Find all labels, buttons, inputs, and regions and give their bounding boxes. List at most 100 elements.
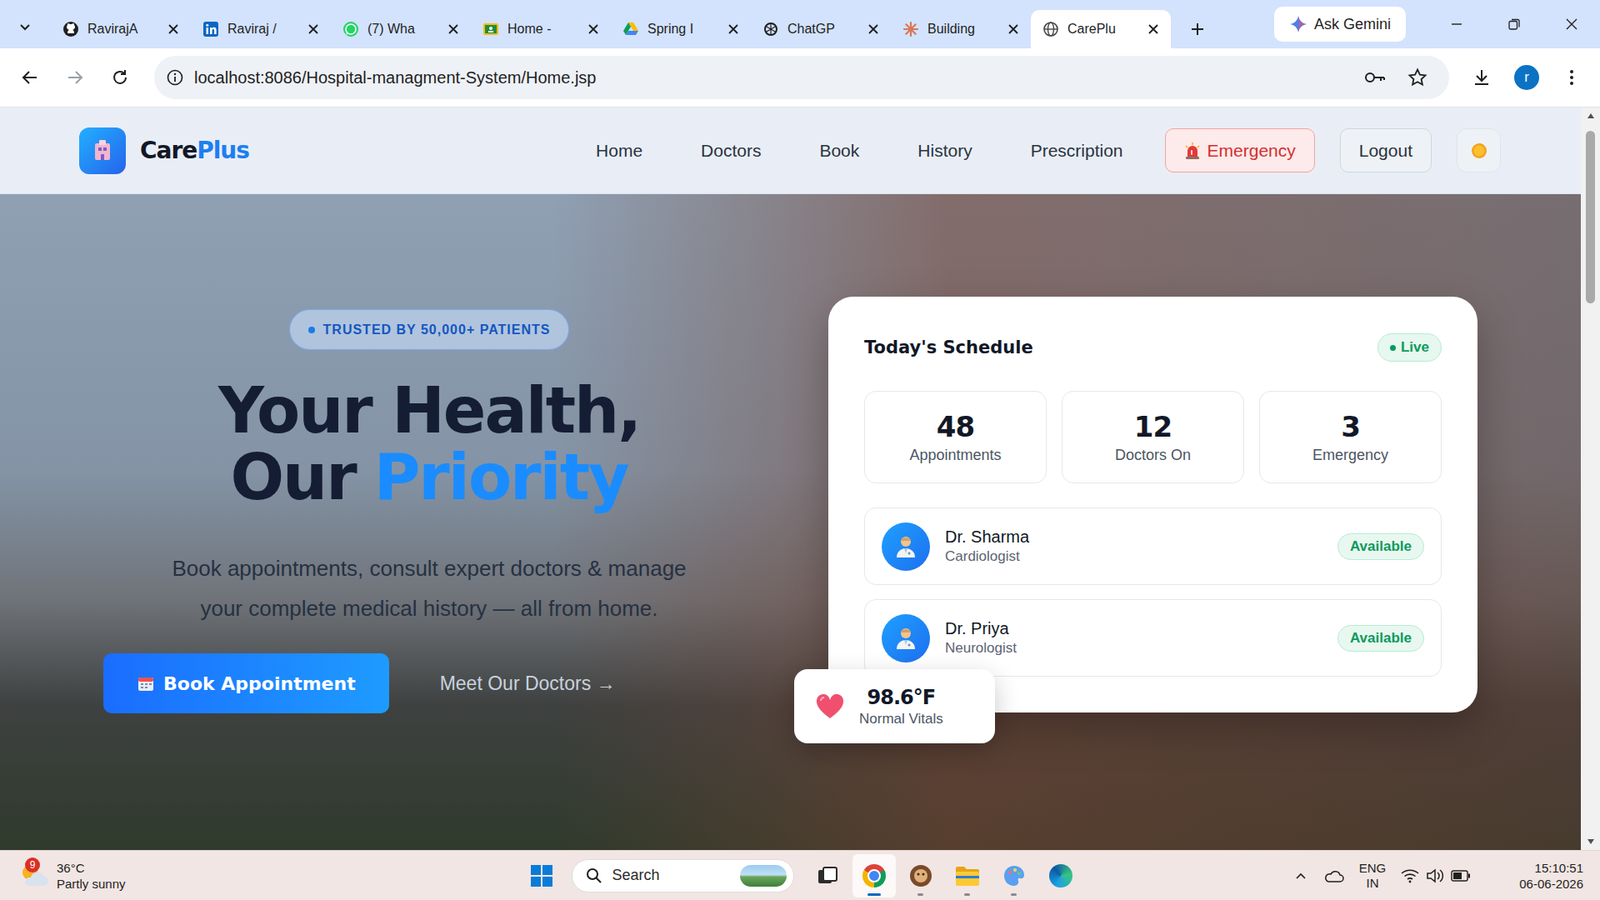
tab-search-button[interactable] [8,10,42,44]
browser-tab[interactable]: (7) Wha [330,10,471,49]
siren-icon [1184,141,1201,160]
key-icon[interactable] [1364,68,1386,87]
chevron-up-icon[interactable] [1294,869,1308,883]
taskbar-app[interactable] [852,854,896,898]
address-bar[interactable]: localhost:8086/Hospital-managment-System… [154,55,1450,100]
vitals-card: 98.6°F Normal Vitals [794,669,995,744]
taskbar-center: Search [520,854,1083,898]
files-icon [955,865,980,887]
tab-close-button[interactable] [584,20,603,39]
nav-link[interactable]: Book [819,140,860,161]
browser-tab[interactable]: Home - [470,10,611,49]
tab-close-button[interactable] [864,20,883,39]
page: CarePlus Home Doctors Book History Prescript… [0,107,1581,850]
scrollbar[interactable] [1580,107,1600,850]
tab-close-button[interactable] [1144,20,1163,39]
quick-settings[interactable] [1400,868,1471,884]
meet-doctors-link[interactable]: Meet Our Doctors → [440,672,616,695]
profile-button[interactable]: r [1508,59,1545,96]
sun-icon [1469,140,1490,161]
info-icon [165,68,185,87]
search-highlight-picture [740,865,787,887]
taskbar-app[interactable] [992,854,1036,898]
taskbar-app[interactable] [945,854,990,898]
schedule-card: Today's Schedule Live 48 Appointments12 … [828,296,1478,713]
tab-strip: RavirajA Raviraj / (7) Wha Home - Spring… [0,0,1600,49]
tab-close-button[interactable] [444,20,463,39]
downloads-button[interactable] [1463,59,1500,96]
emergency-button[interactable]: Emergency [1165,128,1315,173]
linkedin-icon [202,20,220,38]
cloud-icon[interactable] [1322,868,1345,884]
doctor-row[interactable]: Dr. Priya Neurologist Available [864,599,1442,677]
book-appointment-button[interactable]: Book Appointment [103,653,390,714]
live-dot [1390,345,1396,351]
temperature: 36°C [56,860,126,876]
profile-avatar: r [1514,65,1540,90]
tab-close-button[interactable] [164,20,183,39]
viewport: CarePlus Home Doctors Book History Prescript… [0,107,1600,850]
restore-button[interactable] [1485,0,1543,49]
browser-tab[interactable]: RavirajA [50,10,191,49]
browser-tab[interactable]: ChatGP [750,10,891,49]
start-button[interactable] [520,854,564,898]
nav-buttons: Emergency Logout [1165,128,1501,173]
theme-toggle[interactable] [1456,128,1501,173]
logo[interactable]: CarePlus [79,127,250,175]
chrome-logo [862,864,886,888]
navbar: CarePlus Home Doctors Book History Prescript… [0,107,1581,195]
scroll-up-icon[interactable] [1586,112,1595,120]
doctor-specialty: Neurologist [945,640,1323,657]
scroll-thumb[interactable] [1585,130,1595,304]
stat-value: 3 [1340,410,1360,444]
badge-dot [308,326,315,334]
browser-tab[interactable]: Spring I [610,10,751,49]
doctor-row[interactable]: Dr. Sharma Cardiologist Available [864,507,1442,585]
scroll-down-icon[interactable] [1586,838,1595,845]
close-window-button[interactable] [1542,0,1600,49]
screen: RavirajA Raviraj / (7) Wha Home - Spring… [0,0,1600,900]
badge-text: TRUSTED BY 50,000+ PATIENTS [323,322,551,338]
tab-close-button[interactable] [304,20,323,39]
gemini-label: Ask Gemini [1314,15,1391,34]
browser-tab[interactable]: Building [890,10,1031,49]
taskbar-app[interactable] [805,854,850,898]
back-button[interactable] [11,59,49,96]
github-icon [62,20,80,38]
tab-close-button[interactable] [1004,20,1023,39]
language-indicator[interactable]: ENG IN [1359,860,1387,891]
weather-widget[interactable]: 9 36°C Partly sunny [18,860,126,892]
nav-link[interactable]: Prescription [1030,140,1124,161]
classroom-icon [482,20,500,38]
browser-tab[interactable]: Raviraj / [190,10,331,49]
browser-tab[interactable]: CarePlu [1030,10,1171,49]
stat-tile: 48 Appointments [864,390,1047,484]
nav-link[interactable]: Home [595,140,643,161]
toolbar-right: r [1463,59,1590,96]
ask-gemini-button[interactable]: Ask Gemini [1274,6,1406,42]
clock[interactable]: 15:10:51 06-06-2026 [1519,860,1584,892]
date: 06-06-2026 [1519,875,1584,892]
tab-close-button[interactable] [724,20,743,39]
running-indicator [1010,893,1017,896]
reload-button[interactable] [101,59,139,96]
new-tab-button[interactable] [1182,14,1213,45]
live-badge: Live [1377,333,1442,362]
vitals-value: 98.6°F [867,685,936,710]
doctor-name: Dr. Sharma [945,527,1323,547]
logout-button[interactable]: Logout [1340,128,1432,173]
taskbar-search[interactable]: Search [571,859,795,893]
star-icon[interactable] [1407,67,1428,88]
button-label: Book Appointment [163,673,356,695]
minimize-button[interactable] [1427,0,1485,49]
claude-icon [902,20,920,38]
taskbar-app[interactable] [899,854,943,898]
hero-subtitle: Book appointments, consult expert doctor… [154,548,705,629]
forward-button[interactable] [56,59,94,96]
taskbar-app[interactable] [1039,854,1083,898]
menu-button[interactable] [1553,59,1590,96]
nav-link[interactable]: Doctors [700,140,761,161]
system-tray: ENG IN 15:10:51 06-06-2026 [1294,860,1584,892]
close-icon [727,23,740,35]
nav-link[interactable]: History [917,140,972,161]
